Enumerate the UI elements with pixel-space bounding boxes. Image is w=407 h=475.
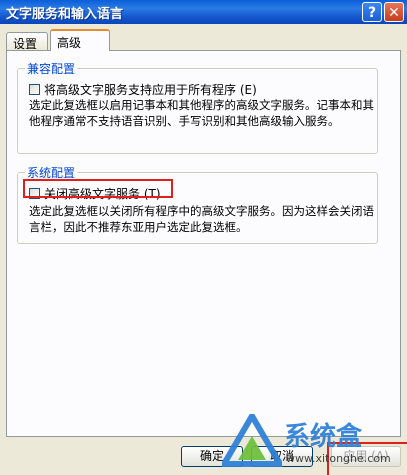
compat-checkbox[interactable]	[29, 84, 40, 95]
tab-settings[interactable]: 设置	[6, 32, 48, 51]
highlight-box	[23, 179, 173, 198]
compat-description: 选定此复选框以启用记事本和其他程序的高级文字服务。记事本和其他程序通常不支持语音…	[29, 98, 374, 128]
compat-checkbox-row[interactable]: 将高级文字服务支持应用于所有程序 (E)	[29, 81, 257, 98]
compat-group-title: 兼容配置	[25, 60, 78, 77]
close-icon: ✕	[388, 5, 400, 21]
help-button[interactable]: ?	[362, 2, 382, 22]
title-bar: 文字服务和输入语言 ? ✕	[0, 0, 407, 24]
tab-advanced[interactable]: 高级	[50, 29, 110, 51]
system-description: 选定此复选框以关闭所有程序中的高级文字服务。因为这样会关闭语言栏，因此不推荐东亚…	[29, 204, 374, 234]
logo-icon	[222, 414, 282, 467]
watermark-logo: 系统盒 www.xitonghe.com	[222, 410, 392, 470]
watermark-brand: 系统盒	[284, 422, 363, 452]
compat-checkbox-label: 将高级文字服务支持应用于所有程序 (E)	[44, 83, 257, 97]
close-button[interactable]: ✕	[384, 2, 404, 22]
watermark-url: www.xitonghe.com	[286, 452, 391, 465]
help-icon: ?	[367, 5, 377, 21]
window-title: 文字服务和输入语言	[6, 7, 124, 22]
